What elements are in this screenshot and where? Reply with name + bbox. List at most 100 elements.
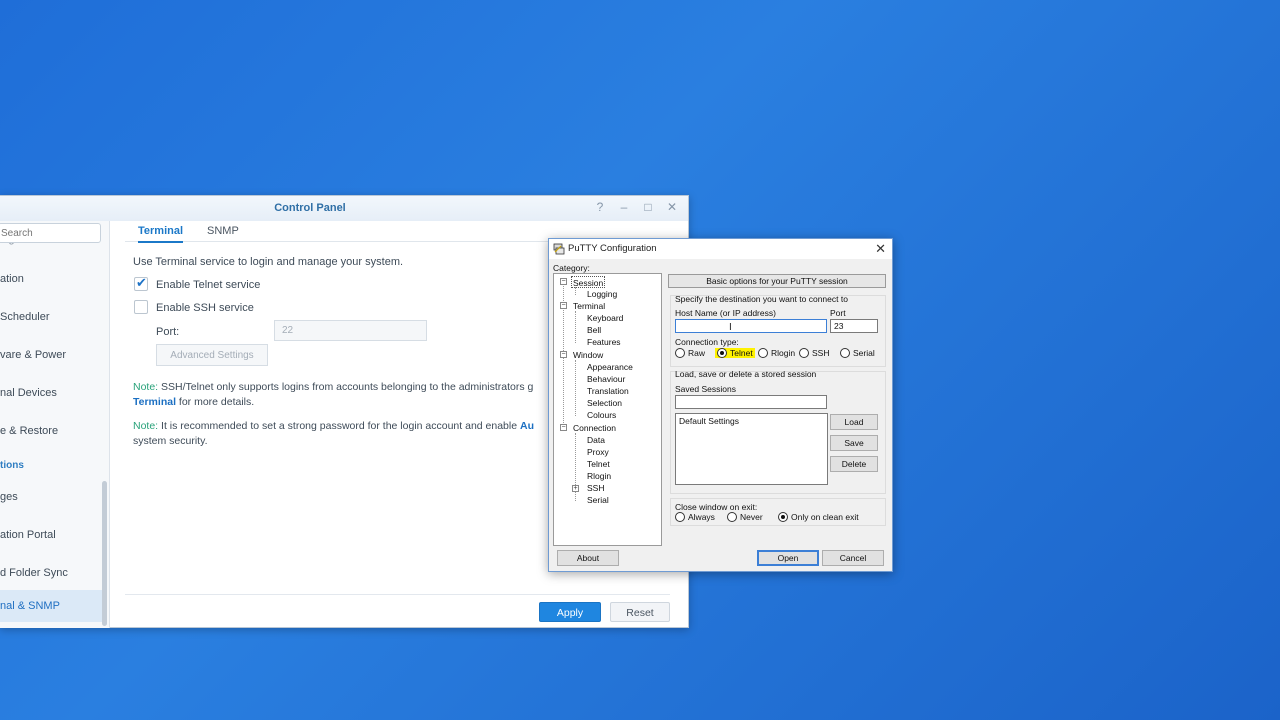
note-tail: for more details. <box>175 396 255 408</box>
category-tree: − Session Logging − Terminal Keyboard Be… <box>553 273 662 546</box>
text-cursor-icon: Ι <box>729 322 732 333</box>
save-button[interactable]: Save <box>830 435 878 451</box>
tree-item-keyboard[interactable]: Keyboard <box>587 312 623 324</box>
note-text: SSH/Telnet only supports logins from acc… <box>158 381 534 393</box>
saved-sessions-input[interactable] <box>675 395 827 409</box>
sidebar-item-hardware-power[interactable]: vare & Power <box>0 341 104 371</box>
close-icon[interactable]: ✕ <box>875 241 886 257</box>
telnet-label[interactable]: Enable Telnet service <box>156 279 260 291</box>
close-icon[interactable]: ✕ <box>666 200 678 214</box>
tree-item-ssh[interactable]: SSH <box>587 482 604 494</box>
control-panel-titlebar[interactable]: Control Panel ? – □ ✕ <box>0 196 688 221</box>
sidebar-item-update-restore[interactable]: e & Restore <box>0 417 104 447</box>
radio-serial[interactable]: Serial <box>840 348 875 358</box>
radio-rlogin[interactable]: Rlogin <box>758 348 795 358</box>
port-label: Port <box>830 308 846 318</box>
collapse-toggle-icon[interactable]: − <box>560 278 567 285</box>
collapse-toggle-icon[interactable]: − <box>560 302 567 309</box>
tree-item-connection[interactable]: Connection <box>573 422 616 434</box>
tree-item-features[interactable]: Features <box>587 336 621 348</box>
apply-button[interactable]: Apply <box>539 602 601 622</box>
tree-item-terminal[interactable]: Terminal <box>573 300 605 312</box>
note-ssh-telnet: Note: SSH/Telnet only supports logins fr… <box>133 380 553 410</box>
radio-icon <box>727 512 737 522</box>
sidebar-item-privileges[interactable]: ges <box>0 483 104 513</box>
host-name-input[interactable] <box>675 319 827 333</box>
tree-item-selection[interactable]: Selection <box>587 397 622 409</box>
sidebar-item-ation[interactable]: ation <box>0 265 104 295</box>
radio-never[interactable]: Never <box>727 512 763 522</box>
tree-connector <box>575 360 576 416</box>
radio-label: Always <box>688 512 715 522</box>
tree-item-behaviour[interactable]: Behaviour <box>587 373 625 385</box>
tree-connector <box>575 311 576 343</box>
collapse-toggle-icon[interactable]: − <box>560 351 567 358</box>
connection-type-label: Connection type: <box>675 337 739 347</box>
sidebar-item-terminal-snmp[interactable]: nal & SNMP <box>0 590 104 622</box>
tree-item-rlogin[interactable]: Rlogin <box>587 470 611 482</box>
radio-telnet[interactable]: Telnet <box>715 348 755 358</box>
sidebar-item-application-portal[interactable]: ation Portal <box>0 521 104 551</box>
advanced-settings-button: Advanced Settings <box>156 344 268 366</box>
radio-icon <box>758 348 768 358</box>
saved-sessions-label: Saved Sessions <box>675 384 736 394</box>
tab-snmp[interactable]: SNMP <box>207 225 239 237</box>
minimize-icon[interactable]: – <box>618 200 630 214</box>
tree-item-telnet[interactable]: Telnet <box>587 458 610 470</box>
tree-item-proxy[interactable]: Proxy <box>587 446 609 458</box>
putty-titlebar[interactable]: PuTTY Configuration ✕ <box>549 239 892 259</box>
tab-terminal[interactable]: Terminal <box>138 225 184 243</box>
delete-button[interactable]: Delete <box>830 456 878 472</box>
radio-ssh[interactable]: SSH <box>799 348 829 358</box>
tree-item-bell[interactable]: Bell <box>587 324 601 336</box>
note-label: Note: <box>133 381 159 393</box>
host-label: Host Name (or IP address) <box>675 308 776 318</box>
sidebar-item-external-devices[interactable]: nal Devices <box>0 379 104 409</box>
sessions-group-label: Load, save or delete a stored session <box>675 369 817 379</box>
reset-button[interactable]: Reset <box>610 602 670 622</box>
open-button[interactable]: Open <box>757 550 819 566</box>
radio-icon <box>675 512 685 522</box>
radio-icon <box>840 348 850 358</box>
radio-only-on-clean-exit[interactable]: Only on clean exit <box>778 512 859 522</box>
expand-toggle-icon[interactable]: + <box>572 485 579 492</box>
radio-always[interactable]: Always <box>675 512 715 522</box>
about-button[interactable]: About <box>557 550 619 566</box>
control-panel-title: Control Panel <box>274 202 346 214</box>
radio-raw[interactable]: Raw <box>675 348 705 358</box>
tree-item-window[interactable]: Window <box>573 349 603 361</box>
collapse-toggle-icon[interactable]: − <box>560 424 567 431</box>
maximize-icon[interactable]: □ <box>642 200 654 214</box>
terminal-link[interactable]: Terminal <box>133 396 176 408</box>
radio-icon <box>799 348 809 358</box>
load-button[interactable]: Load <box>830 414 878 430</box>
radio-icon <box>778 512 788 522</box>
sidebar-item-shared-folder-sync[interactable]: d Folder Sync <box>0 559 104 589</box>
sidebar-section-applications: tions <box>0 460 24 471</box>
tree-item-translation[interactable]: Translation <box>587 385 629 397</box>
putty-logo-icon <box>553 243 565 255</box>
tree-item-logging[interactable]: Logging <box>587 288 617 300</box>
help-icon[interactable]: ? <box>594 200 606 214</box>
cancel-button[interactable]: Cancel <box>822 550 884 566</box>
tree-item-appearance[interactable]: Appearance <box>587 361 633 373</box>
telnet-checkbox[interactable] <box>134 275 148 291</box>
port-input[interactable]: 23 <box>830 319 878 333</box>
radio-label: Telnet <box>730 348 753 358</box>
auto-block-link[interactable]: Au <box>520 420 534 432</box>
sidebar-item-task-scheduler[interactable]: Scheduler <box>0 303 104 333</box>
tree-item-data[interactable]: Data <box>587 434 605 446</box>
sessions-list[interactable]: Default Settings <box>675 413 828 485</box>
list-item[interactable]: Default Settings <box>679 416 824 426</box>
tree-item-colours[interactable]: Colours <box>587 409 616 421</box>
sidebar-scrollbar[interactable] <box>102 481 107 626</box>
ssh-label[interactable]: Enable SSH service <box>156 302 254 314</box>
note-line2: system security. <box>133 435 208 447</box>
radio-label: Never <box>740 512 763 522</box>
search-input[interactable] <box>0 223 101 243</box>
tree-item-serial[interactable]: Serial <box>587 494 609 506</box>
close-on-exit-label: Close window on exit: <box>675 502 758 512</box>
ssh-checkbox[interactable] <box>134 300 148 314</box>
putty-title: PuTTY Configuration <box>568 243 657 254</box>
tree-item-session[interactable]: Session <box>571 276 606 288</box>
